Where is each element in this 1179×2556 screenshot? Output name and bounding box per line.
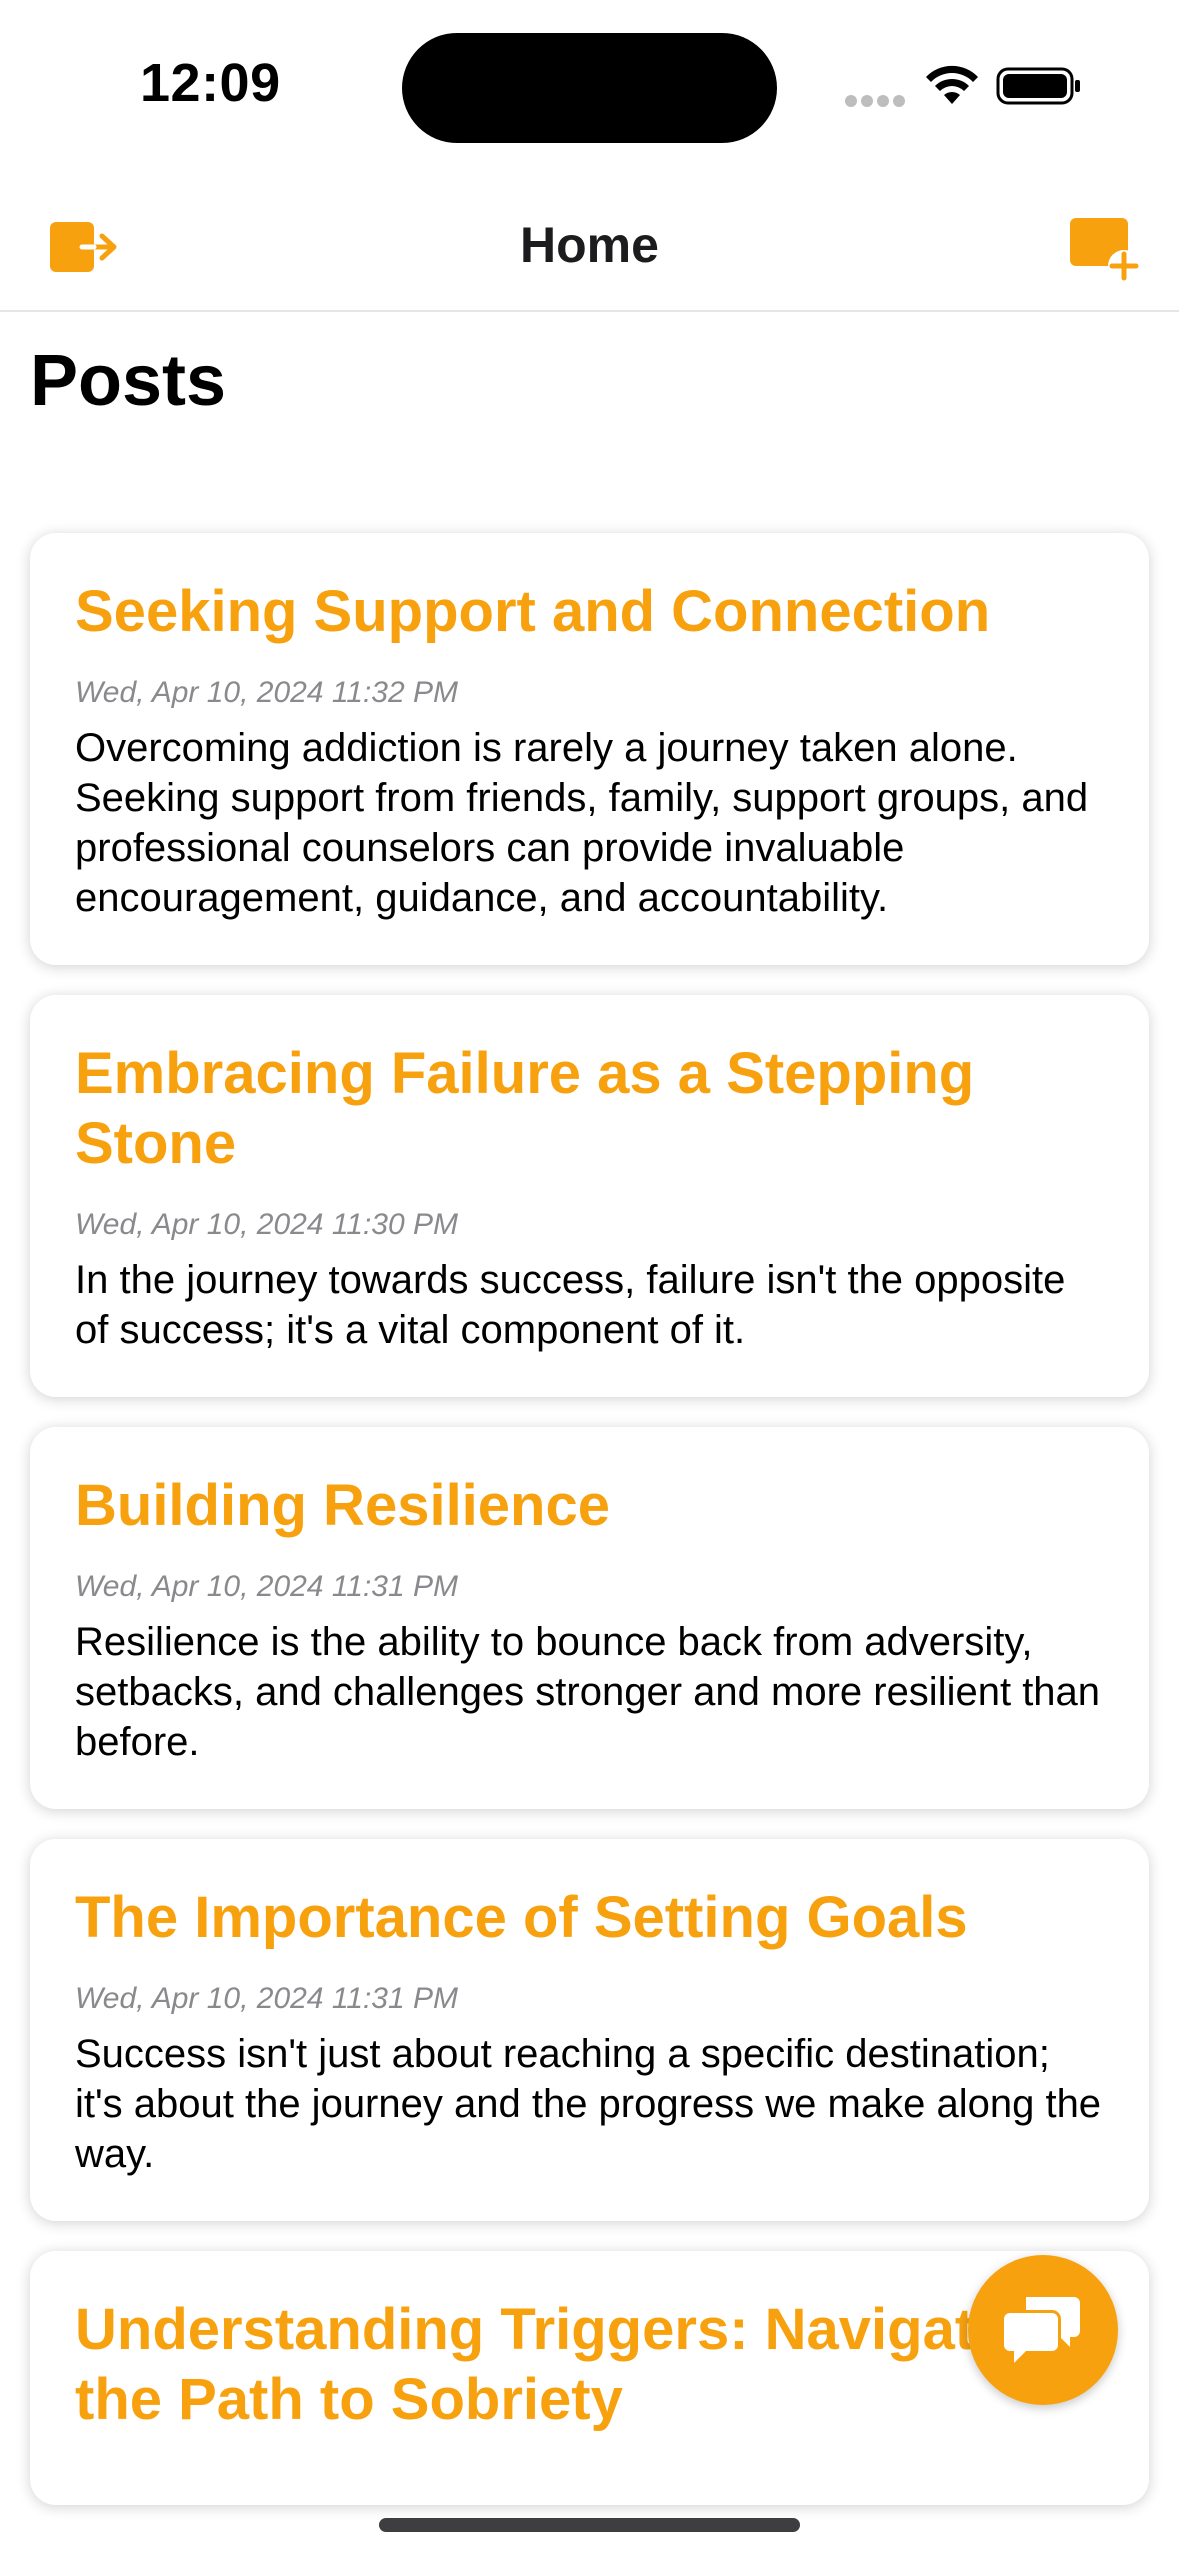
dynamic-island (402, 33, 777, 143)
post-title: Seeking Support and Connection (75, 579, 991, 644)
navigation-bar: Home (0, 180, 1179, 312)
post-date: Wed, Apr 10, 2024 11:31 PM (75, 1570, 459, 1603)
post-body: Success isn't just about reaching a spec… (75, 2032, 1102, 2176)
new-post-icon[interactable] (1062, 210, 1142, 286)
status-time: 12:09 (140, 53, 281, 113)
cellular-signal-icon (845, 95, 905, 109)
post-card[interactable]: Building Resilience Wed, Apr 10, 2024 11… (30, 1427, 1149, 1809)
post-title: Building Resilience (75, 1473, 610, 1538)
post-title: Understanding Triggers: Navigating the P… (75, 2297, 1062, 2432)
status-bar: 12:09 (0, 0, 1179, 180)
posts-heading: Posts (30, 341, 227, 421)
wifi-icon (926, 65, 978, 104)
home-indicator[interactable] (379, 2518, 800, 2532)
post-date: Wed, Apr 10, 2024 11:32 PM (75, 676, 459, 709)
post-title: Embracing Failure as a Stepping Stone (75, 1041, 975, 1176)
chat-bubbles-icon (1004, 2297, 1080, 2367)
post-card[interactable]: Embracing Failure as a Stepping Stone We… (30, 995, 1149, 1397)
post-title: The Importance of Setting Goals (75, 1885, 968, 1950)
post-card[interactable]: Seeking Support and Connection Wed, Apr … (30, 533, 1149, 965)
post-date: Wed, Apr 10, 2024 11:31 PM (75, 1982, 459, 2015)
posts-list: Seeking Support and Connection Wed, Apr … (30, 533, 1149, 2535)
chat-button[interactable] (968, 2255, 1118, 2405)
post-body: Overcoming addiction is rarely a journey… (75, 726, 1089, 920)
nav-title: Home (520, 217, 659, 273)
post-card[interactable]: The Importance of Setting Goals Wed, Apr… (30, 1839, 1149, 2221)
post-body: In the journey towards success, failure … (75, 1258, 1066, 1352)
battery-icon (996, 67, 1080, 105)
post-body: Resilience is the ability to bounce back… (75, 1620, 1101, 1764)
post-date: Wed, Apr 10, 2024 11:30 PM (75, 1208, 459, 1241)
